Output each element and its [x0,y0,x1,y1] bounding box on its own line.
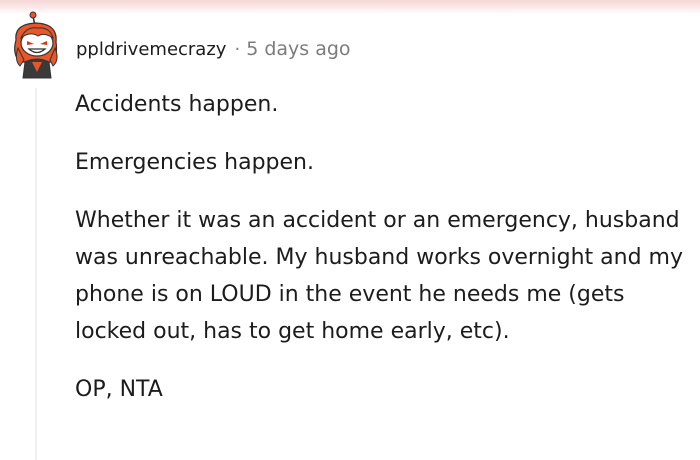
comment-timestamp[interactable]: 5 days ago [246,38,350,60]
thread-collapse-line[interactable] [35,88,37,460]
meta-separator: · [234,38,241,60]
comment-paragraph: Emergencies happen. [75,150,314,175]
comment-paragraph: Accidents happen. [75,92,279,117]
comment-paragraph: Whether it was an accident or an emergen… [75,208,683,344]
comment-header: ppldrivemecrazy · 5 days ago [76,36,351,62]
top-fade-divider [0,0,700,14]
comment-paragraph: OP, NTA [75,377,163,402]
user-avatar-icon[interactable] [8,10,66,80]
comment-body: Accidents happen. Emergencies happen. Wh… [75,86,695,429]
comment-author-link[interactable]: ppldrivemecrazy [76,39,226,60]
